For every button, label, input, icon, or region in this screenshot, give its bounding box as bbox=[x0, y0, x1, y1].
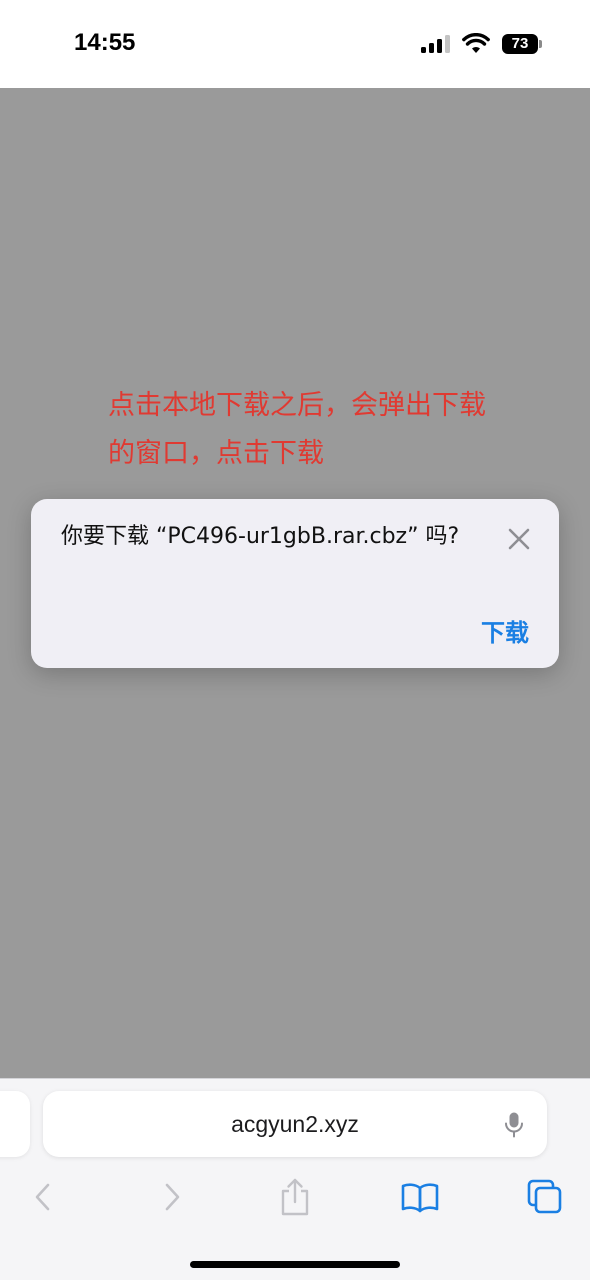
annotation-line-2: 的窗口，点击下载 bbox=[108, 438, 324, 469]
address-text: acgyun2.xyz bbox=[231, 1111, 359, 1137]
download-dialog: 你要下载 “PC496-ur1gbB.rar.cbz” 吗? 下载 bbox=[31, 499, 559, 668]
forward-button[interactable] bbox=[150, 1175, 194, 1219]
instruction-annotation: 点击本地下载之后，会弹出下载 的窗口，点击下载 bbox=[108, 382, 538, 478]
address-bar[interactable]: acgyun2.xyz bbox=[43, 1091, 547, 1157]
microphone-icon[interactable] bbox=[503, 1111, 525, 1139]
forward-icon bbox=[165, 1183, 180, 1211]
share-icon bbox=[281, 1178, 309, 1216]
tabs-button[interactable] bbox=[523, 1175, 567, 1219]
status-time: 14:55 bbox=[74, 29, 136, 56]
bookmarks-icon bbox=[401, 1183, 439, 1213]
navigation-row bbox=[0, 1175, 590, 1219]
status-icons: 73 bbox=[420, 32, 542, 56]
browser-toolbar: acgyun2.xyz bbox=[0, 1078, 590, 1280]
tabs-icon bbox=[527, 1179, 562, 1214]
battery-icon: 73 bbox=[502, 34, 542, 54]
battery-level: 73 bbox=[511, 35, 529, 52]
download-prompt-text: 你要下载 “PC496-ur1gbB.rar.cbz” 吗? bbox=[61, 524, 460, 549]
home-indicator[interactable] bbox=[190, 1261, 400, 1268]
status-bar: 14:55 73 bbox=[0, 0, 590, 88]
back-button[interactable] bbox=[21, 1175, 65, 1219]
screen: 14:55 73 点击本地下载之后，会弹出下载 的窗口，点击下载 你要下载 “P… bbox=[0, 0, 590, 1280]
share-button[interactable] bbox=[273, 1175, 317, 1219]
bookmarks-button[interactable] bbox=[398, 1175, 442, 1219]
download-button[interactable]: 下载 bbox=[481, 613, 529, 648]
annotation-line-1: 点击本地下载之后，会弹出下载 bbox=[108, 390, 486, 421]
back-icon bbox=[35, 1183, 50, 1211]
previous-tab-address-bar[interactable] bbox=[0, 1091, 30, 1157]
wifi-icon bbox=[462, 33, 490, 53]
close-icon[interactable] bbox=[505, 525, 533, 553]
cellular-signal-icon bbox=[421, 35, 450, 53]
